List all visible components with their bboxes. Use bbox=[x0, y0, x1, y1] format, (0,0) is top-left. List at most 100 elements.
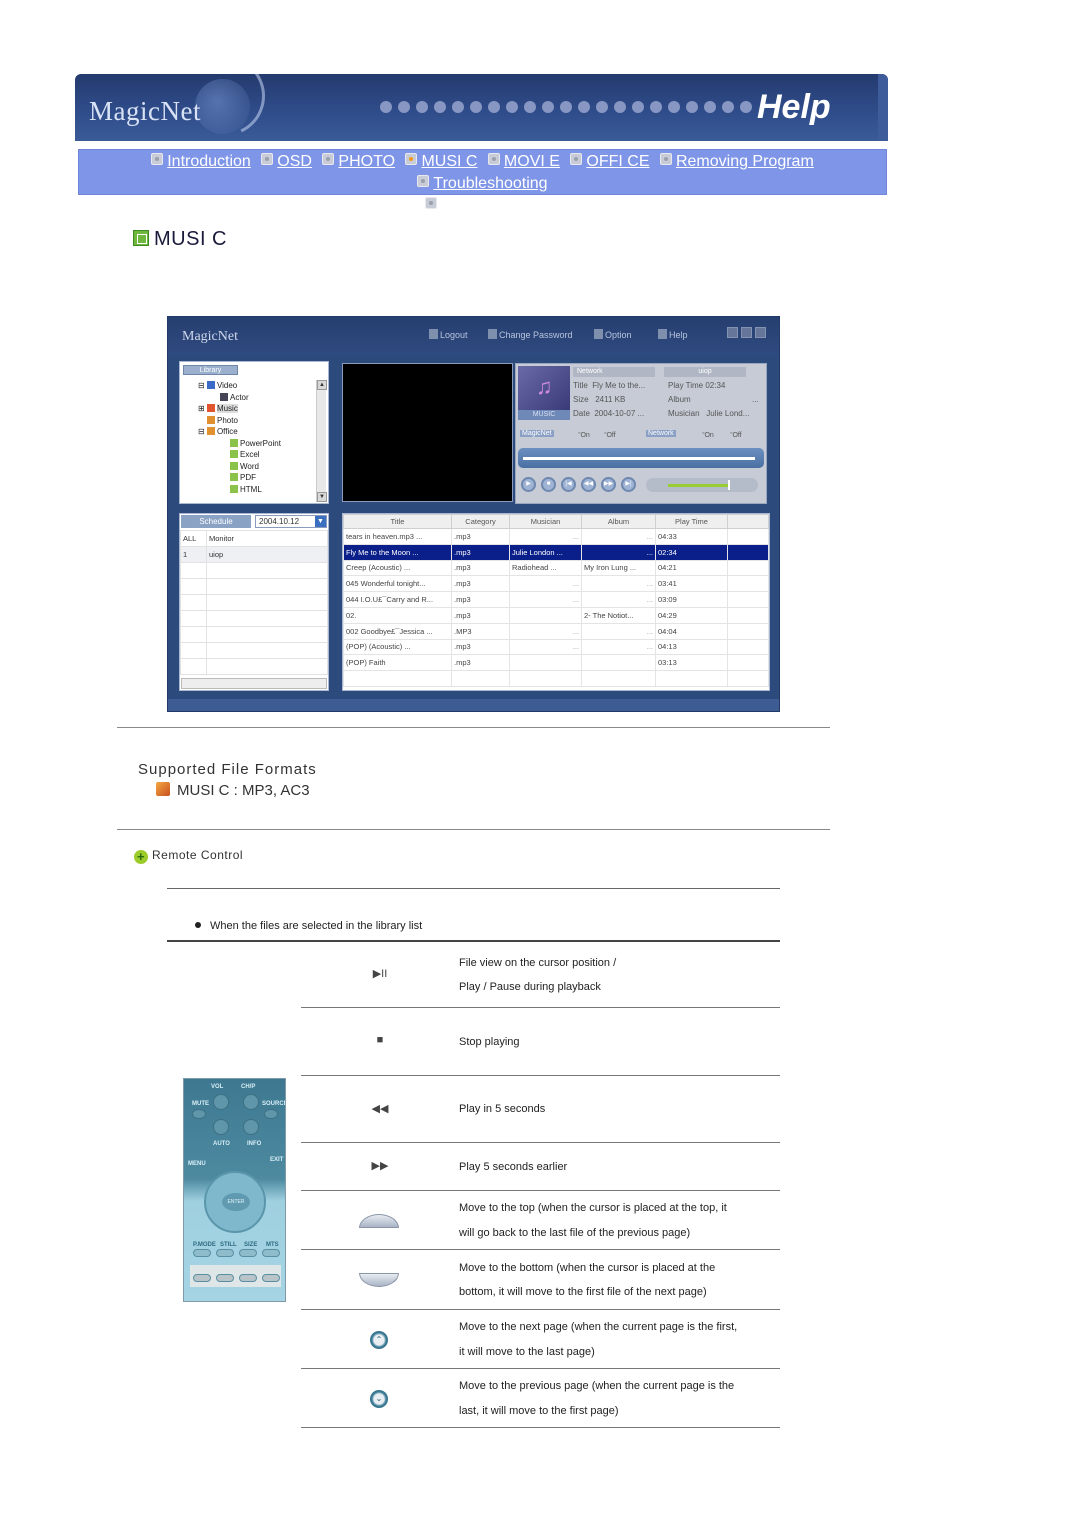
control-row: Move to the top (when the cursor is plac… bbox=[301, 1191, 780, 1250]
nav-specifications[interactable]: Specifications bbox=[425, 197, 540, 214]
folder-icon bbox=[206, 404, 215, 412]
tree-item: PDF bbox=[198, 472, 281, 484]
bullet-text: When the files are selected in the libra… bbox=[195, 920, 422, 932]
control-description: Move to the bottom (when the cursor is p… bbox=[459, 1261, 716, 1299]
tree-item: ⊟ Video bbox=[198, 381, 238, 390]
nav-troubleshooting[interactable]: Troubleshooting bbox=[417, 175, 548, 192]
stop-icon: ■ bbox=[376, 1034, 384, 1046]
next-icon: ▶| bbox=[621, 477, 636, 492]
control-row: ▶II File view on the cursor position / Pla… bbox=[301, 942, 780, 1008]
remote-control-heading: + Remote Control bbox=[134, 848, 243, 864]
schedule-row bbox=[180, 658, 328, 675]
horizontal-scrollbar bbox=[181, 678, 327, 689]
channel-up-icon: ⌃ bbox=[370, 1330, 388, 1349]
help-banner: MagicNet Help bbox=[75, 74, 888, 141]
control-description: Move to the next page (when the current … bbox=[459, 1321, 738, 1358]
tree-item: Word bbox=[198, 461, 281, 473]
library-header: Library bbox=[183, 365, 238, 375]
divider bbox=[117, 727, 830, 728]
option-button: Option bbox=[594, 329, 632, 340]
playlist-row: 044 I.O.U£¯Carry and R... .mp3...... 03:09 bbox=[343, 591, 769, 608]
device-label: uiop bbox=[664, 367, 746, 377]
schedule-row bbox=[180, 578, 328, 595]
plus-icon: + bbox=[134, 850, 148, 864]
video-preview bbox=[342, 363, 513, 502]
toggle-row: MagicNet ◦ On ◦ Off Network ◦ On ◦ Off bbox=[520, 430, 742, 439]
album-art bbox=[518, 366, 570, 410]
bullet-icon bbox=[659, 153, 672, 165]
nav-removing-program[interactable]: Removing Program bbox=[659, 153, 814, 170]
folder-icon bbox=[207, 415, 215, 424]
logout-button: Logout bbox=[429, 329, 468, 340]
playlist-table: Title Category Musician Album Play Time tear… bbox=[342, 513, 770, 691]
dpad bbox=[204, 1171, 266, 1233]
formats-heading: Supported File Formats bbox=[138, 761, 317, 778]
playlist-row: 002 Goodbye£¯Jessica ... .MP3...... 04:04 bbox=[343, 622, 769, 640]
column-header: Album bbox=[581, 514, 656, 529]
active-bullet-icon bbox=[405, 153, 418, 165]
nav-introduction[interactable]: Introduction bbox=[151, 153, 251, 170]
maximize-icon bbox=[741, 327, 752, 338]
column-header: Play Time bbox=[655, 514, 728, 529]
minimize-icon bbox=[727, 327, 738, 338]
up-arc-icon bbox=[359, 1213, 399, 1228]
fast-forward-icon: ▶▶ bbox=[371, 1160, 389, 1172]
bullet-icon bbox=[322, 153, 335, 165]
rewind-icon: ◀◀ bbox=[371, 1102, 389, 1115]
bullet-icon bbox=[570, 153, 583, 165]
scroll-down-icon: ▼ bbox=[317, 492, 327, 502]
magicnet-app-screenshot: MagicNet Logout Change Password Option H… bbox=[167, 316, 780, 712]
library-scrollbar: ▲ ▼ bbox=[316, 380, 327, 502]
page-title: MUSI C bbox=[133, 228, 227, 251]
control-description: Play in 5 seconds bbox=[459, 1103, 546, 1116]
nav-office[interactable]: OFFI CE bbox=[570, 153, 650, 170]
folder-icon bbox=[206, 427, 215, 435]
playlist-row: 045 Wonderful tonight... .mp3...... 03:41 bbox=[343, 575, 769, 593]
schedule-panel: Schedule 2004.10.12 ▼ ALL Monitor 1 uiop bbox=[179, 513, 329, 691]
media-info-panel: MUSIC Network uiop Title Fly Me to the..… bbox=[515, 363, 767, 504]
tree-item: Actor bbox=[198, 392, 281, 404]
formats-line: MUSI C : MP3, AC3 bbox=[156, 782, 310, 799]
key-icon bbox=[488, 329, 497, 339]
app-logo: MagicNet bbox=[182, 329, 238, 344]
control-description: Play 5 seconds earlier bbox=[459, 1160, 568, 1173]
schedule-row bbox=[180, 626, 328, 643]
app-titlebar: MagicNet Logout Change Password Option H… bbox=[168, 317, 779, 355]
channel-down-icon: ⌄ bbox=[370, 1389, 388, 1408]
network-label: Network bbox=[573, 367, 655, 377]
tree-item: PowerPoint bbox=[198, 438, 281, 450]
tree-item: Excel bbox=[198, 449, 281, 461]
column-header: Category bbox=[451, 514, 510, 529]
nav-photo[interactable]: PHOTO bbox=[322, 153, 395, 170]
remote-control-image: VOL CH/P MUTE SOURCE AUTO INFO MENU EXIT… bbox=[183, 1078, 286, 1302]
control-description: Move to the previous page (when the curr… bbox=[459, 1380, 735, 1417]
file-icon bbox=[230, 473, 238, 481]
music-section-icon bbox=[133, 230, 149, 246]
file-icon bbox=[230, 484, 238, 493]
schedule-date: 2004.10.12 ▼ bbox=[255, 515, 327, 528]
library-tree: ⊟ Video Actor ⊞ Music Photo ⊟ Office Pow… bbox=[198, 380, 281, 495]
control-row: ⌃ Move to the next page (when the current… bbox=[301, 1310, 780, 1369]
schedule-row bbox=[180, 642, 328, 659]
control-row: ⌄ Move to the previous page (when the cur… bbox=[301, 1369, 780, 1428]
nav-music[interactable]: MUSI C bbox=[405, 153, 477, 170]
seek-bar bbox=[518, 448, 764, 468]
file-icon bbox=[230, 438, 238, 447]
dots-decoration bbox=[380, 101, 752, 113]
nav-bar: Introduction OSD PHOTO MUSI C MOVI E OFF… bbox=[78, 149, 887, 214]
tree-item: ⊞ Music bbox=[198, 404, 238, 413]
control-description: Stop playing bbox=[459, 1035, 520, 1048]
divider bbox=[167, 888, 780, 889]
control-row: Move to the bottom (when the cursor is p… bbox=[301, 1250, 780, 1310]
clapper-icon bbox=[220, 392, 228, 401]
bullet-icon bbox=[417, 175, 430, 187]
fast-forward-icon: ▶▶ bbox=[601, 477, 616, 492]
column-header: Title bbox=[343, 514, 452, 529]
tree-item: HTML bbox=[198, 484, 281, 496]
music-file-icon bbox=[156, 782, 170, 796]
nav-movie[interactable]: MOVI E bbox=[487, 153, 560, 170]
nav-osd[interactable]: OSD bbox=[261, 153, 312, 170]
folder-icon bbox=[206, 381, 215, 389]
scroll-up-icon: ▲ bbox=[317, 380, 327, 390]
close-icon bbox=[755, 327, 766, 338]
